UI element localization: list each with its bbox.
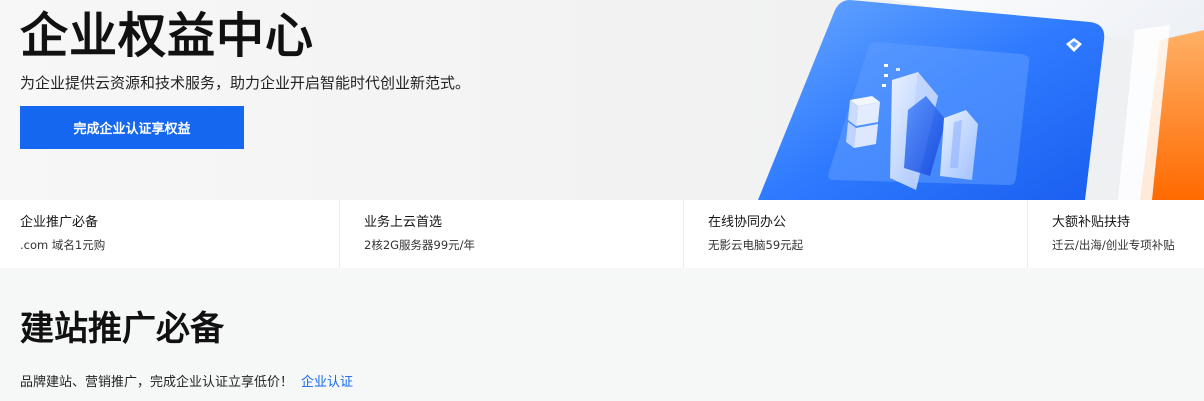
benefit-title: 企业推广必备 — [20, 215, 99, 230]
benefit-title: 在线协同办公 — [708, 215, 787, 230]
section-title: 建站推广必备 — [20, 309, 224, 349]
benefit-desc: 2核2G服务器99元/年 — [364, 238, 476, 252]
benefit-desc: 迁云/出海/创业专项补贴 — [1052, 238, 1175, 252]
benefit-title: 大额补贴扶持 — [1052, 215, 1131, 230]
section-desc-text: 品牌建站、营销推广，完成企业认证立享低价！ — [20, 375, 294, 390]
benefits-strip: 企业推广必备 .com 域名1元购 业务上云首选 2核2G服务器99元/年 在线… — [0, 200, 1204, 268]
section-description: 品牌建站、营销推广，完成企业认证立享低价！ 企业认证 — [20, 374, 353, 392]
hero-illustration — [758, 0, 1204, 200]
benefit-card-cloud-desktop[interactable]: 在线协同办公 无影云电脑59元起 — [684, 200, 1028, 268]
benefit-desc: 无影云电脑59元起 — [708, 238, 804, 252]
benefit-card-domain[interactable]: 企业推广必备 .com 域名1元购 — [0, 200, 340, 268]
benefit-desc: .com 域名1元购 — [20, 238, 106, 252]
page-title: 企业权益中心 — [20, 8, 315, 64]
benefit-card-server[interactable]: 业务上云首选 2核2G服务器99元/年 — [340, 200, 684, 268]
benefit-title: 业务上云首选 — [364, 215, 443, 230]
enterprise-verify-link[interactable]: 企业认证 — [301, 375, 353, 390]
hero-subtitle: 为企业提供云资源和技术服务，助力企业开启智能时代创业新范式。 — [20, 74, 471, 92]
hero-banner: 企业权益中心 为企业提供云资源和技术服务，助力企业开启智能时代创业新范式。 完成… — [0, 0, 1204, 200]
enterprise-verify-button[interactable]: 完成企业认证享权益 — [20, 106, 244, 149]
benefit-card-subsidy[interactable]: 大额补贴扶持 迁云/出海/创业专项补贴 — [1028, 200, 1204, 268]
